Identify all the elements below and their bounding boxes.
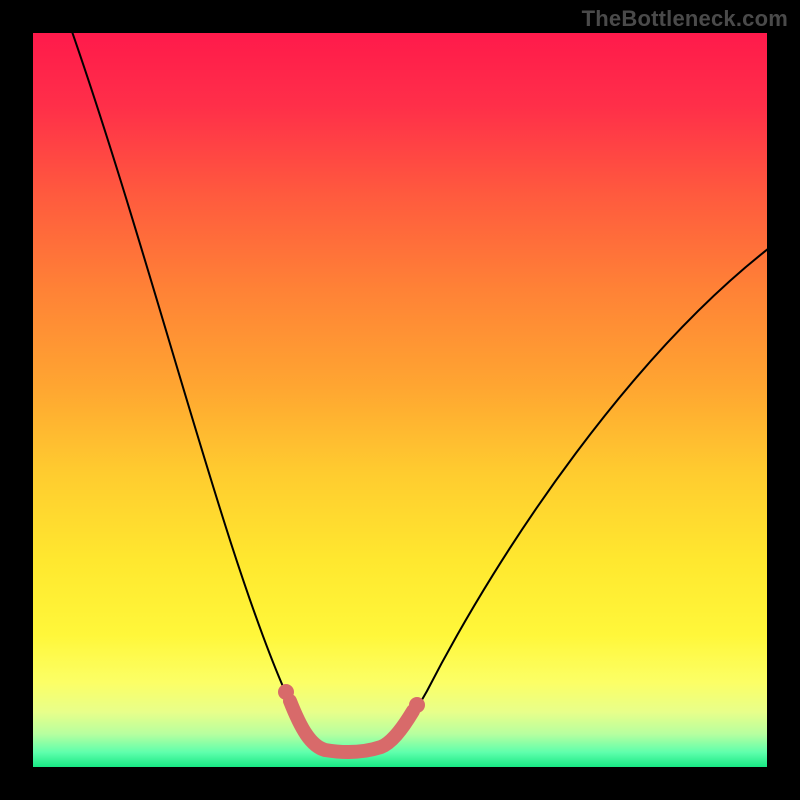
outer-frame: TheBottleneck.com: [0, 0, 800, 800]
valley-marker: [290, 701, 413, 752]
watermark-text: TheBottleneck.com: [582, 6, 788, 32]
bottleneck-curve: [69, 33, 767, 752]
valley-dot-right: [409, 697, 425, 713]
chart-svg: [33, 33, 767, 767]
plot-area: [33, 33, 767, 767]
valley-dot-left: [278, 684, 294, 700]
